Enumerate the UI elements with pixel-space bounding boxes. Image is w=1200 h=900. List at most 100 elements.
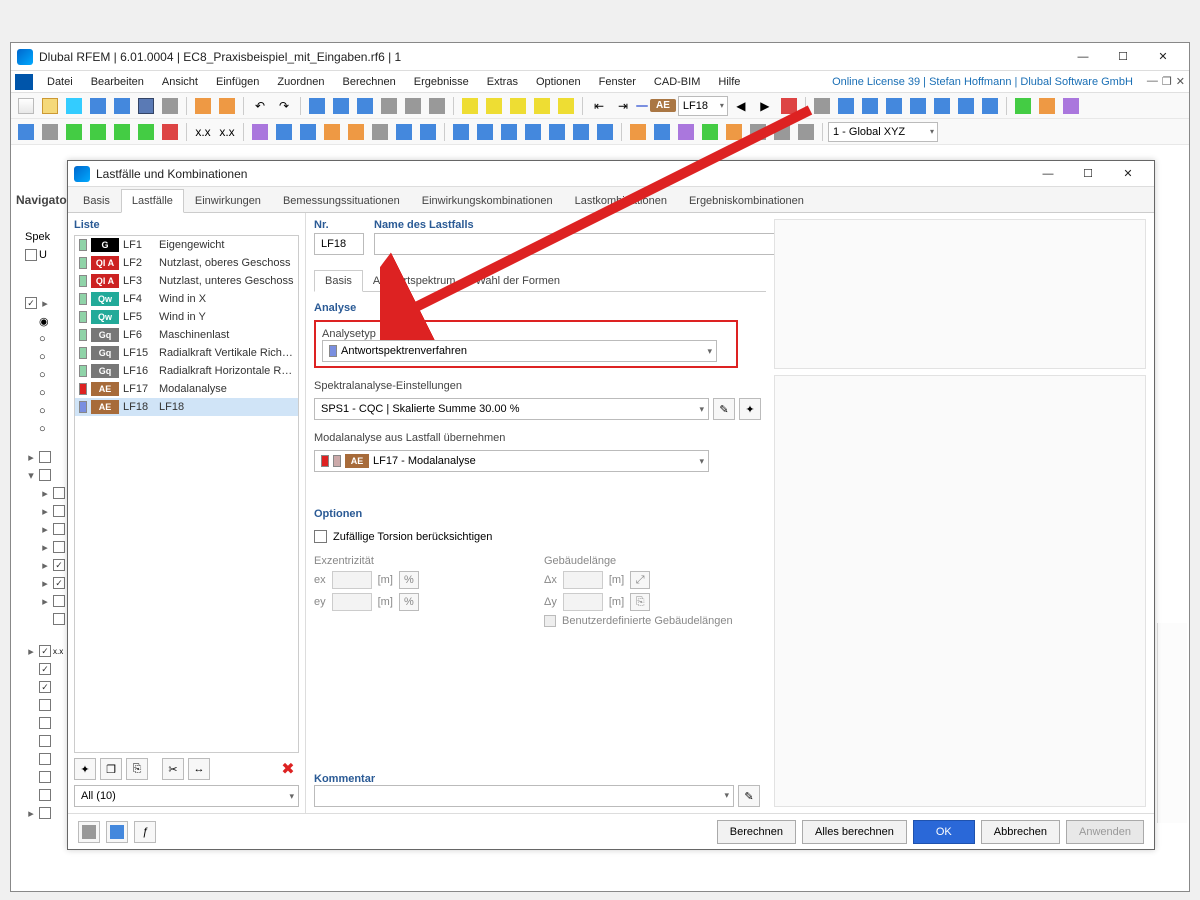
save-icon[interactable] <box>135 95 157 117</box>
cursor-icon[interactable] <box>483 95 505 117</box>
minimize-button[interactable]: — <box>1063 45 1103 69</box>
menu-fenster[interactable]: Fenster <box>591 74 644 90</box>
node-icon[interactable] <box>835 95 857 117</box>
ok-button[interactable]: OK <box>913 820 975 844</box>
grid3d2-icon[interactable] <box>979 95 1001 117</box>
clip3-icon[interactable] <box>795 121 817 143</box>
number-icon[interactable]: x.x <box>216 121 238 143</box>
renumber-icon[interactable]: ↔ <box>188 758 210 780</box>
load5-icon[interactable] <box>570 121 592 143</box>
script-icon[interactable] <box>1060 95 1082 117</box>
lf-icon[interactable] <box>450 121 472 143</box>
loadcase-row[interactable]: QwLF4Wind in X <box>75 290 298 308</box>
refresh-icon[interactable] <box>555 95 577 117</box>
support-icon[interactable] <box>393 121 415 143</box>
filter-icon[interactable] <box>627 121 649 143</box>
loadcase-row[interactable]: GqLF6Maschinenlast <box>75 326 298 344</box>
tool2-icon[interactable] <box>216 95 238 117</box>
redo-icon[interactable]: ↷ <box>273 95 295 117</box>
new-lc-icon[interactable]: ✦ <box>74 758 96 780</box>
loadcase-row[interactable]: GLF1Eigengewicht <box>75 236 298 254</box>
delete-lc-icon[interactable]: ✖ <box>277 758 299 780</box>
loadcase-row[interactable]: AELF18LF18 <box>75 398 298 416</box>
table2-icon[interactable] <box>330 95 352 117</box>
alles-berechnen-button[interactable]: Alles berechnen <box>802 820 907 844</box>
nr-input[interactable]: LF18 <box>314 233 364 255</box>
section-icon[interactable] <box>907 95 929 117</box>
tab-basis[interactable]: Basis <box>72 189 121 212</box>
print-icon[interactable] <box>159 95 181 117</box>
prev-lf-icon[interactable]: ◀ <box>730 95 752 117</box>
arrow-left-icon[interactable]: ⇤ <box>588 95 610 117</box>
rotate-icon[interactable] <box>87 121 109 143</box>
calc-icon[interactable] <box>778 95 800 117</box>
layer-icon[interactable] <box>1012 95 1034 117</box>
zoom2-icon[interactable] <box>531 95 553 117</box>
copy-lc-icon[interactable]: ❐ <box>100 758 122 780</box>
close-button[interactable]: ✕ <box>1143 45 1183 69</box>
modal-combo[interactable]: AE LF17 - Modalanalyse <box>314 450 709 472</box>
member-icon[interactable] <box>883 95 905 117</box>
line-icon[interactable] <box>249 121 271 143</box>
hinge-icon[interactable] <box>417 121 439 143</box>
analysetyp-combo[interactable]: Antwortspektrenverfahren <box>322 340 717 362</box>
surf2-icon[interactable] <box>321 121 343 143</box>
tab-lastfaelle[interactable]: Lastfälle <box>121 189 184 213</box>
loadcase-row[interactable]: AELF17Modalanalyse <box>75 380 298 398</box>
tree-checkbox[interactable]: ✓ <box>25 297 37 309</box>
load1-icon[interactable] <box>474 121 496 143</box>
name-input[interactable] <box>374 233 774 255</box>
tab-einwkomb[interactable]: Einwirkungskombinationen <box>411 189 564 212</box>
table1-icon[interactable] <box>306 95 328 117</box>
label-icon[interactable]: x.x <box>192 121 214 143</box>
new-file-icon[interactable] <box>15 95 37 117</box>
mirror-icon[interactable] <box>111 121 133 143</box>
load6-icon[interactable] <box>594 121 616 143</box>
grid3-icon[interactable] <box>426 95 448 117</box>
dialog-minimize-button[interactable]: — <box>1028 162 1068 186</box>
open-file-icon[interactable] <box>39 95 61 117</box>
menu-einfuegen[interactable]: Einfügen <box>208 74 267 90</box>
menu-hilfe[interactable]: Hilfe <box>710 74 748 90</box>
menu-zuordnen[interactable]: Zuordnen <box>269 74 332 90</box>
inner-tab-spektrum[interactable]: Antwortspektrum <box>363 271 466 291</box>
loadcase-combo[interactable]: LF18 <box>678 96 728 116</box>
solid-icon[interactable] <box>345 121 367 143</box>
view1-icon[interactable] <box>651 121 673 143</box>
wizard-icon[interactable] <box>63 95 85 117</box>
tab-lastkomb[interactable]: Lastkombinationen <box>564 189 678 212</box>
view2-icon[interactable] <box>675 121 697 143</box>
arrow-right-icon[interactable]: ⇥ <box>612 95 634 117</box>
mdi-minimize-icon[interactable]: — <box>1147 75 1158 88</box>
undo-icon[interactable]: ↶ <box>249 95 271 117</box>
grid3d-icon[interactable] <box>955 95 977 117</box>
load3-icon[interactable] <box>522 121 544 143</box>
cube-icon[interactable] <box>111 95 133 117</box>
dialog-titlebar[interactable]: Lastfälle und Kombinationen — ☐ ✕ <box>68 161 1154 187</box>
loadcase-filter-combo[interactable]: All (10) <box>74 785 299 807</box>
node2-icon[interactable] <box>273 121 295 143</box>
load4-icon[interactable] <box>546 121 568 143</box>
surf-icon[interactable] <box>931 95 953 117</box>
anwenden-button[interactable]: Anwenden <box>1066 820 1144 844</box>
menu-extras[interactable]: Extras <box>479 74 526 90</box>
tab-bemessung[interactable]: Bemessungssituationen <box>272 189 411 212</box>
zoom-icon[interactable] <box>507 95 529 117</box>
block-icon[interactable] <box>87 95 109 117</box>
inner-tab-formen[interactable]: Wahl der Formen <box>465 271 570 291</box>
loadcase-row[interactable]: QwLF5Wind in Y <box>75 308 298 326</box>
rebar-icon[interactable] <box>1036 95 1058 117</box>
bulk-lc-icon[interactable]: ⎘ <box>126 758 148 780</box>
footer-icon-2[interactable] <box>106 821 128 843</box>
app-menu-icon[interactable] <box>15 74 33 90</box>
loadcase-row[interactable]: GqLF16Radialkraft Horizontale Richtung <box>75 362 298 380</box>
menu-berechnen[interactable]: Berechnen <box>335 74 404 90</box>
loadcase-row[interactable]: QI ALF3Nutzlast, unteres Geschoss <box>75 272 298 290</box>
spektral-edit-icon[interactable]: ✎ <box>713 398 735 420</box>
kommentar-input[interactable] <box>314 785 734 807</box>
grid2-icon[interactable] <box>402 95 424 117</box>
menu-cadbim[interactable]: CAD-BIM <box>646 74 708 90</box>
scale-icon[interactable] <box>135 121 157 143</box>
next-lf-icon[interactable]: ▶ <box>754 95 776 117</box>
menu-ansicht[interactable]: Ansicht <box>154 74 206 90</box>
